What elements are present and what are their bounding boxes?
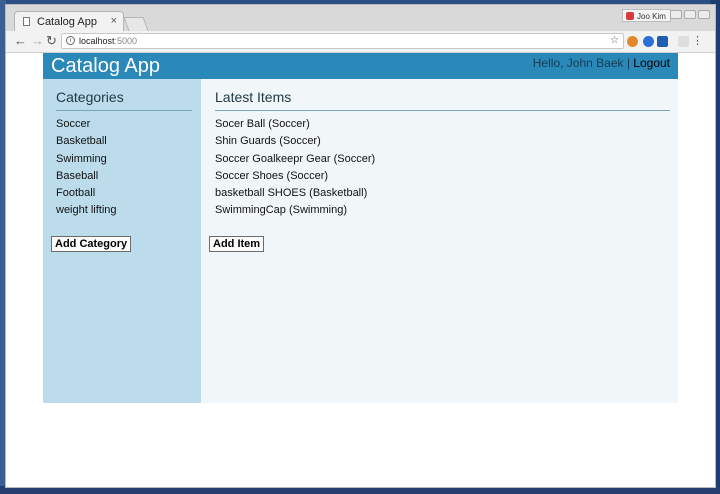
category-item[interactable]: Baseball [56, 168, 117, 185]
divider [215, 110, 670, 111]
site-info-icon[interactable]: i [66, 36, 75, 45]
separator: | [623, 56, 634, 70]
latest-items-heading: Latest Items [215, 89, 292, 105]
categories-panel: Categories Soccer Basketball Swimming Ba… [43, 79, 201, 403]
minimize-button[interactable] [670, 10, 682, 19]
category-item[interactable]: Swimming [56, 151, 117, 168]
bookmark-star-icon[interactable]: ☆ [610, 34, 619, 48]
tab-title: Catalog App [37, 16, 97, 28]
profile-badge[interactable]: Joo Kim [622, 9, 671, 22]
latest-items-list: Socer Ball (Soccer) Shin Guards (Soccer)… [215, 116, 375, 220]
back-icon[interactable]: ← [14, 33, 27, 48]
item-link[interactable]: Shin Guards (Soccer) [215, 133, 375, 150]
url-text: localhost:5000 [79, 36, 138, 46]
extension-cookie-icon[interactable] [627, 36, 638, 47]
category-item[interactable]: Soccer [56, 116, 117, 133]
latest-items-panel: Latest Items Socer Ball (Soccer) Shin Gu… [201, 79, 678, 403]
item-link[interactable]: Socer Ball (Soccer) [215, 116, 375, 133]
categories-heading: Categories [56, 89, 124, 105]
category-item[interactable]: weight lifting [56, 202, 117, 219]
user-area: Hello, John Baek | Logout [533, 56, 670, 70]
browser-menu-icon[interactable]: ⋮ [692, 34, 703, 47]
divider [56, 110, 192, 111]
extension-blue-icon[interactable] [643, 36, 654, 47]
profile-name: Joo Kim [637, 12, 666, 21]
browser-toolbar: ← → ↻ i localhost:5000 ☆ ⋮ [6, 31, 715, 53]
profile-icon [626, 12, 634, 20]
maximize-button[interactable] [684, 10, 696, 19]
close-tab-icon[interactable]: × [111, 15, 117, 27]
window-close-button[interactable] [698, 10, 710, 19]
add-category-button[interactable]: Add Category [51, 236, 132, 252]
category-item[interactable]: Football [56, 185, 117, 202]
extension-badge-icon[interactable] [657, 36, 668, 47]
new-tab-button[interactable] [123, 17, 149, 31]
extension-gray-icon[interactable] [678, 36, 689, 47]
tab-strip: Catalog App × Joo Kim [6, 5, 715, 33]
category-item[interactable]: Basketball [56, 133, 117, 150]
forward-icon[interactable]: → [31, 33, 44, 48]
item-link[interactable]: Soccer Goalkeepr Gear (Soccer) [215, 151, 375, 168]
reload-icon[interactable]: ↻ [46, 33, 57, 49]
page-icon [23, 17, 30, 26]
catalog-app: Catalog App Hello, John Baek | Logout Ca… [43, 53, 678, 403]
browser-window: Catalog App × Joo Kim ← → ↻ i localhost:… [5, 4, 716, 488]
page-viewport: Catalog App Hello, John Baek | Logout Ca… [6, 53, 715, 487]
category-list: Soccer Basketball Swimming Baseball Foot… [56, 116, 117, 220]
address-bar[interactable]: i localhost:5000 ☆ [61, 33, 624, 49]
browser-tab[interactable]: Catalog App × [14, 11, 124, 33]
item-link[interactable]: SwimmingCap (Swimming) [215, 202, 375, 219]
item-link[interactable]: basketball SHOES (Basketball) [215, 185, 375, 202]
greeting: Hello, John Baek [532, 56, 624, 70]
add-item-button[interactable]: Add Item [209, 236, 265, 252]
logout-link[interactable]: Logout [633, 56, 670, 70]
item-link[interactable]: Soccer Shoes (Soccer) [215, 168, 375, 185]
app-title[interactable]: Catalog App [51, 55, 160, 78]
app-header: Catalog App Hello, John Baek | Logout [43, 53, 678, 79]
